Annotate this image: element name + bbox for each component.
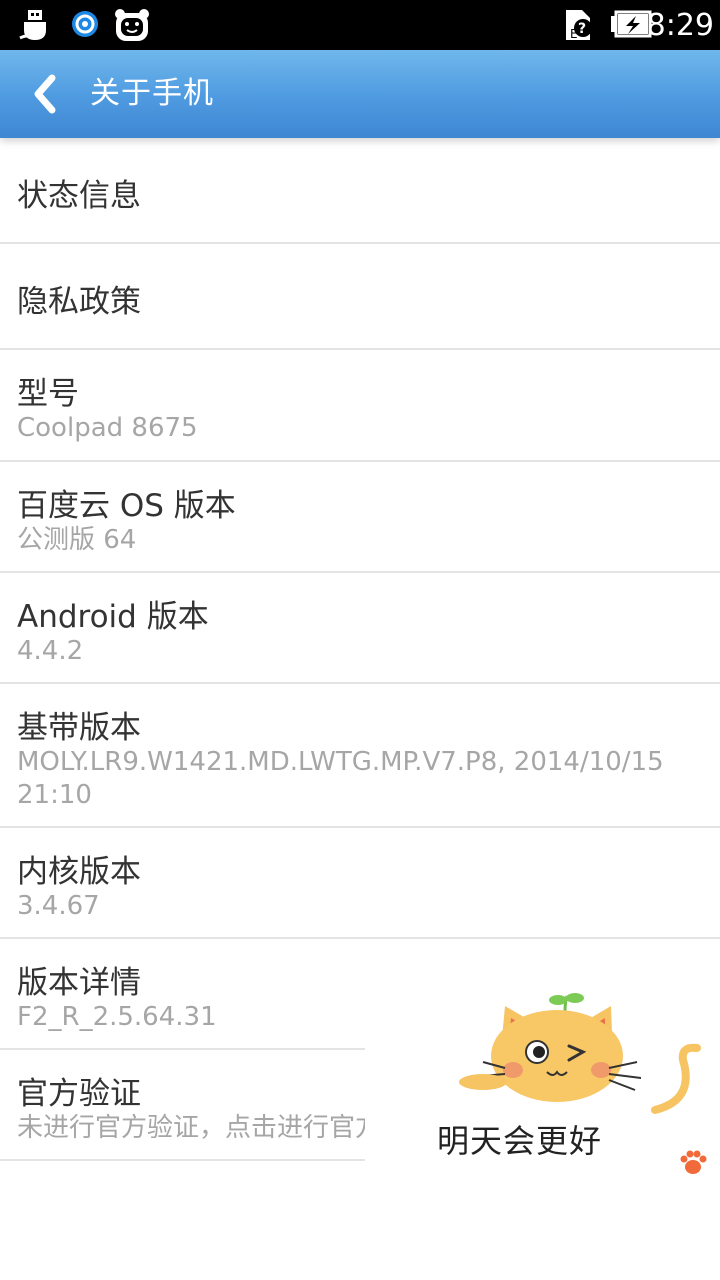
sync-app-icon <box>72 11 98 37</box>
list-item-android-version[interactable]: Android 版本 4.4.2 <box>0 573 720 684</box>
list-item-value: 3.4.67 <box>17 891 100 921</box>
list-item-title: 内核版本 <box>17 854 141 890</box>
widget-caption: 明天会更好 <box>437 1122 603 1160</box>
back-button[interactable] <box>18 66 74 122</box>
list-item-baseband-version: 基带版本 MOLY.LR9.W1421.MD.LWTG.MP.V7.P8, 20… <box>0 684 720 828</box>
list-item-value: 公测版 64 <box>17 525 137 555</box>
list-item-title: 版本详情 <box>17 965 141 1001</box>
list-item-value: MOLY.LR9.W1421.MD.LWTG.MP.V7.P8, 2014/10… <box>17 747 664 810</box>
bear-app-icon <box>115 9 149 41</box>
list-item-title: 型号 <box>17 376 79 412</box>
list-item-kernel-version: 内核版本 3.4.67 <box>0 828 720 939</box>
list-item-title: Android 版本 <box>17 599 209 635</box>
paw-icon <box>680 1150 707 1174</box>
action-bar: 关于手机 <box>0 50 720 138</box>
list-item-title: 百度云 OS 版本 <box>17 488 236 524</box>
list-item-value: 4.4.2 <box>17 636 84 666</box>
list-item-title: 基带版本 <box>17 710 141 746</box>
list-item-title: 官方验证 <box>17 1076 141 1112</box>
list-item-model: 型号 Coolpad 8675 <box>0 350 720 462</box>
list-item-status-info[interactable]: 状态信息 <box>0 138 720 244</box>
cat-widget[interactable]: 明天会更好 <box>365 990 720 1190</box>
page-title: 关于手机 <box>90 76 214 111</box>
list-item-os-version: 百度云 OS 版本 公测版 64 <box>0 462 720 573</box>
status-bar: E ? 8:29 <box>0 0 720 50</box>
sim-unknown-icon: E ? <box>566 10 592 41</box>
list-item-privacy-policy[interactable]: 隐私政策 <box>0 244 720 350</box>
cat-sticker-icon <box>459 993 701 1114</box>
chevron-left-icon <box>34 74 56 114</box>
status-time: 8:29 <box>646 8 714 43</box>
list-item-title: 状态信息 <box>17 178 141 214</box>
list-item-title: 隐私政策 <box>17 284 141 320</box>
usb-icon <box>19 10 46 40</box>
list-item-value: Coolpad 8675 <box>17 413 198 443</box>
svg-text:?: ? <box>578 21 586 37</box>
